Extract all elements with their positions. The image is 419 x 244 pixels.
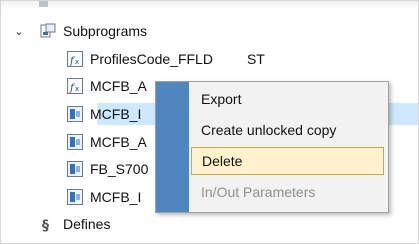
tree-item-label: ProfilesCode_FFLD (90, 51, 213, 67)
folder-subprograms-icon (39, 22, 57, 40)
tree-item-selected[interactable]: MCFB_I (66, 103, 141, 125)
menu-item-label: Create unlocked copy (201, 122, 337, 138)
context-menu: Export Create unlocked copy Delete In/Ou… (155, 81, 389, 213)
function-block-icon (66, 188, 84, 206)
context-menu-icon-gutter (156, 82, 189, 212)
menu-item-in-out-parameters: In/Out Parameters (191, 178, 384, 206)
function-block-icon (66, 133, 84, 151)
function-block-icon (66, 160, 84, 178)
st-program-icon: f x (66, 50, 84, 68)
st-program-icon: f x (66, 77, 84, 95)
tree-item[interactable]: MCFB_I (66, 186, 141, 208)
scrolled-row-edge (1, 1, 418, 9)
menu-item-label: Delete (202, 153, 243, 169)
tree-item-defines[interactable]: § Defines (39, 213, 110, 235)
tree-item[interactable]: FB_S700 (66, 158, 148, 180)
svg-text:x: x (75, 58, 79, 66)
tree-item[interactable]: MCFB_A (66, 131, 147, 153)
tree-item-label: MCFB_I (90, 189, 142, 205)
tree-group-label: Subprograms (63, 23, 148, 39)
defines-icon: § (39, 215, 57, 233)
chevron-down-icon[interactable]: ⌄ (13, 25, 25, 38)
tree-group-subprograms[interactable]: ⌄ Subprograms (1, 20, 147, 42)
menu-item-label: In/Out Parameters (201, 184, 316, 200)
menu-item-export[interactable]: Export (191, 85, 384, 113)
menu-item-label: Export (201, 91, 242, 107)
tree-item-language: ST (246, 51, 265, 67)
function-block-icon (66, 105, 84, 123)
tree-item-label: MCFB_A (90, 134, 147, 150)
tree-item-label: MCFB_I (90, 106, 142, 122)
project-tree-panel: ⌄ Subprograms f x ProfilesCode_FFLD ST f… (0, 0, 419, 244)
menu-item-delete[interactable]: Delete (191, 147, 384, 175)
tree-item[interactable]: f x MCFB_A (66, 75, 147, 97)
partial-icon (39, 1, 48, 7)
tree-item[interactable]: f x ProfilesCode_FFLD ST (66, 48, 265, 70)
menu-item-create-unlocked-copy[interactable]: Create unlocked copy (191, 116, 384, 144)
tree-item-label: Defines (63, 216, 111, 232)
svg-text:x: x (75, 85, 79, 93)
tree-item-label: FB_S700 (90, 161, 149, 177)
tree-item-label: MCFB_A (90, 78, 147, 94)
svg-text:§: § (42, 218, 49, 233)
